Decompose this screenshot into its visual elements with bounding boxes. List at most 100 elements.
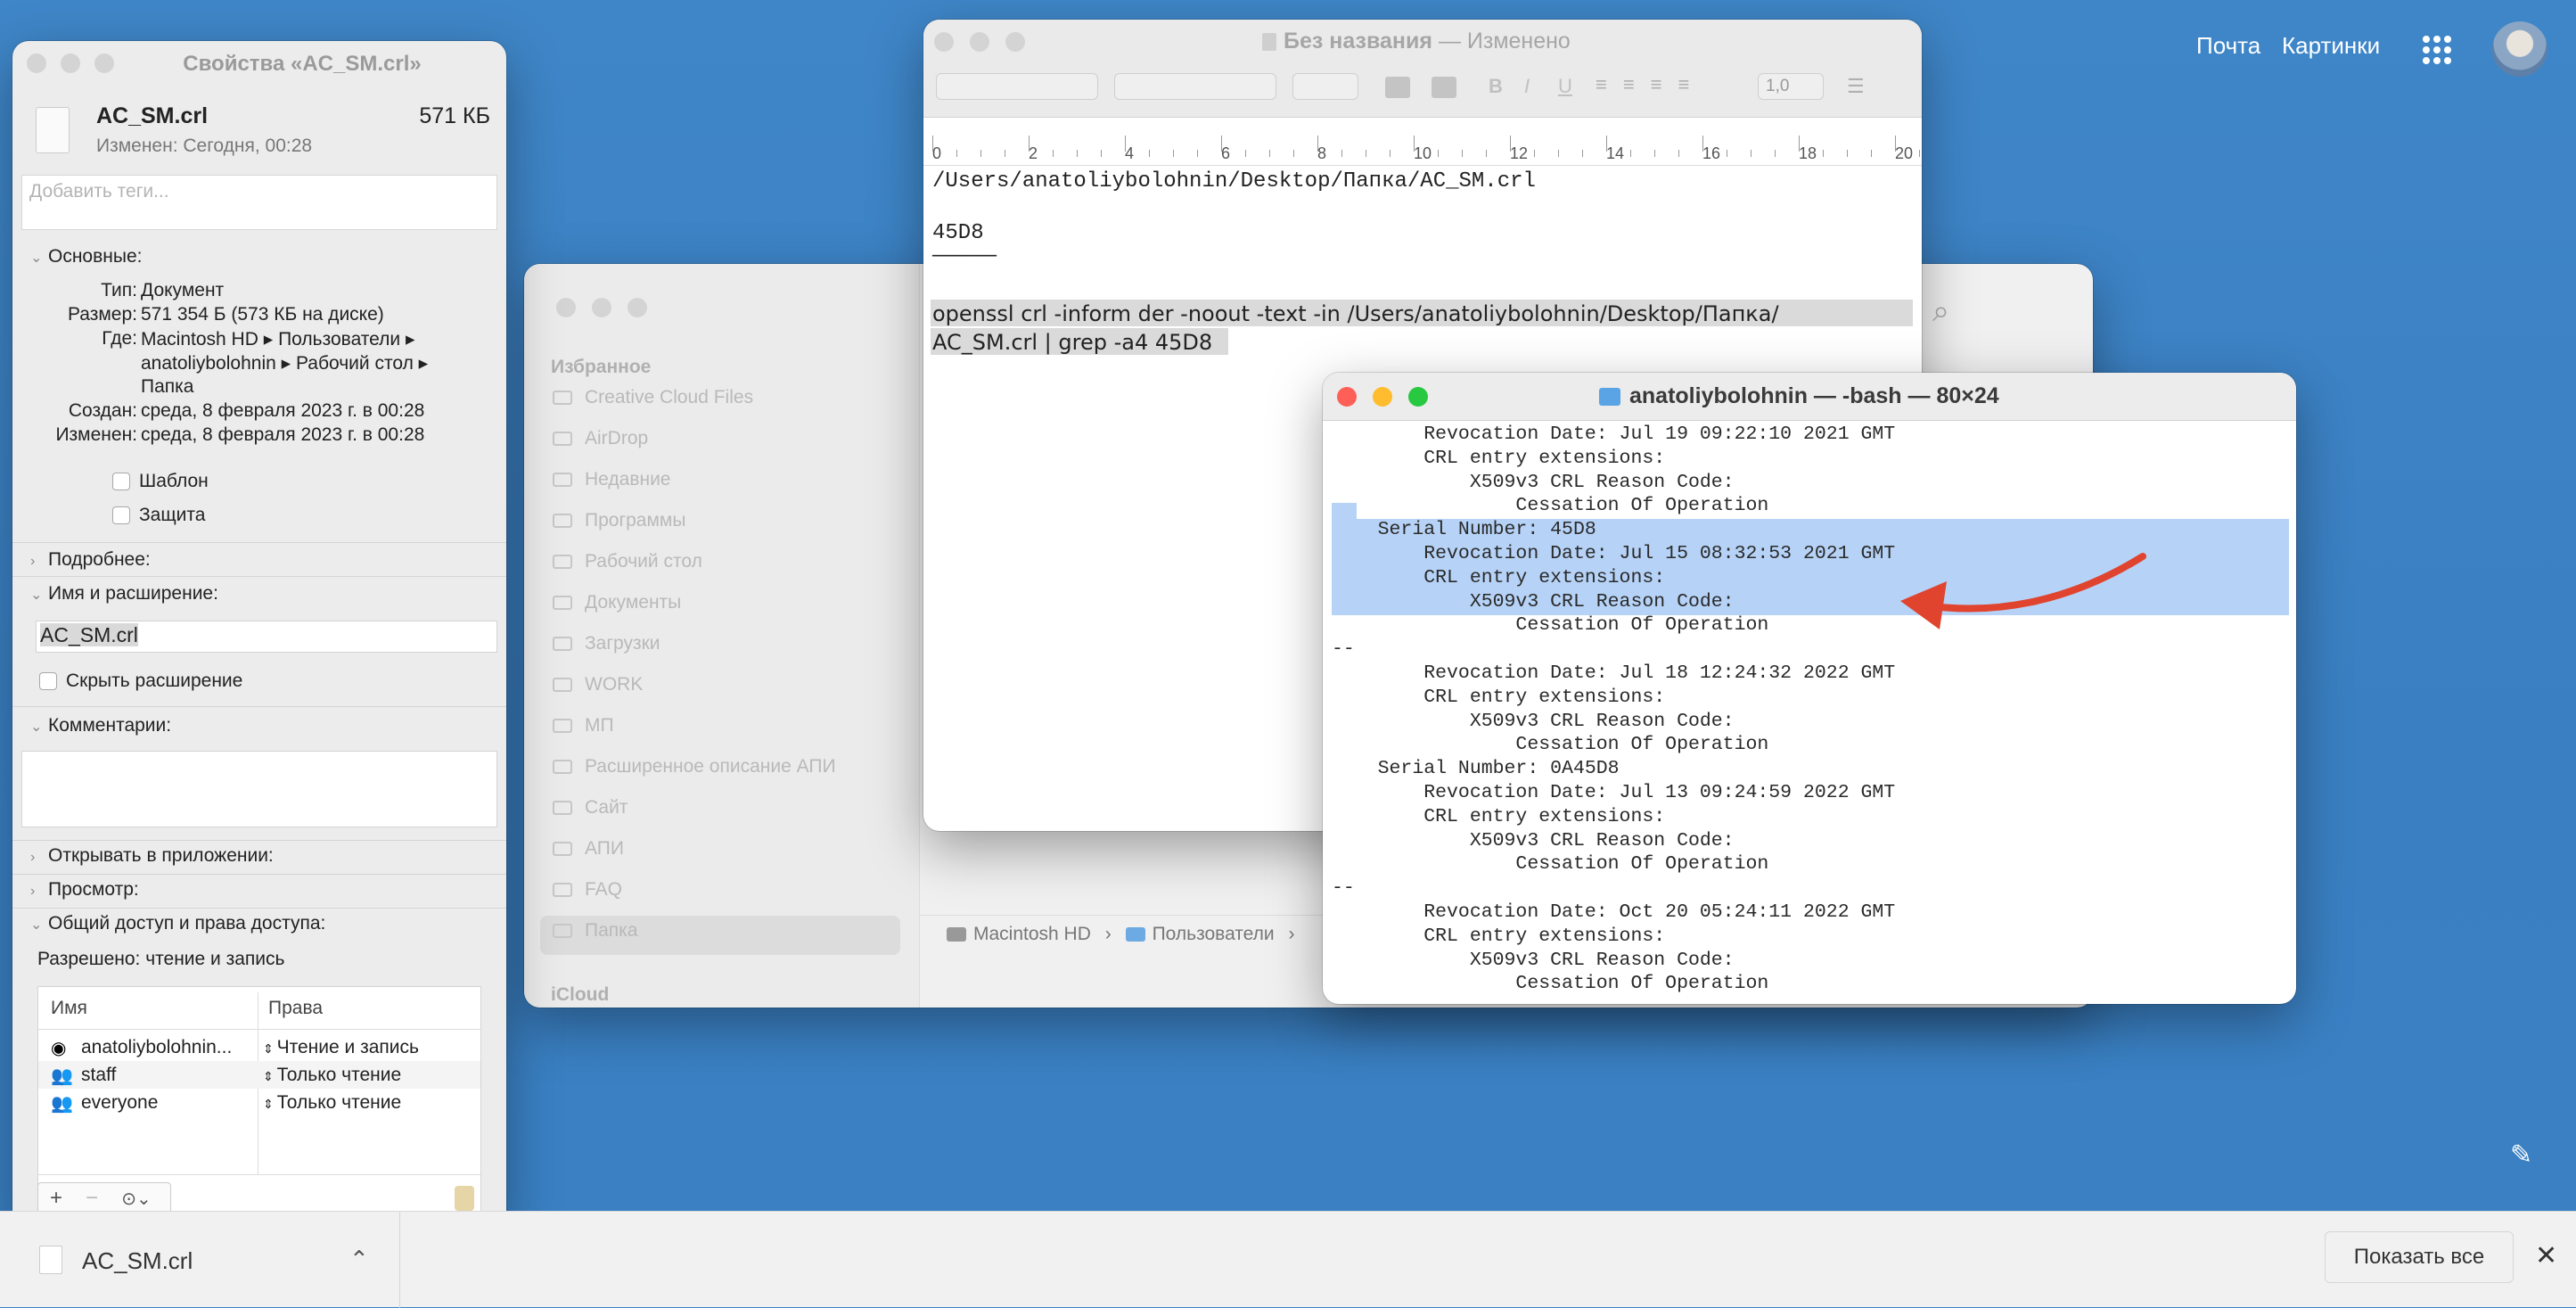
actions-menu-icon[interactable]: ⊙⌄ xyxy=(110,1188,163,1210)
comments-field[interactable] xyxy=(21,751,497,827)
document-icon xyxy=(36,107,70,153)
stepper-icon: ⇕ xyxy=(263,1097,277,1111)
stepper-icon: ⇕ xyxy=(263,1069,277,1083)
general-section[interactable]: ⌄ Основные: xyxy=(30,246,142,267)
close-button[interactable] xyxy=(556,298,576,317)
minimize-button[interactable] xyxy=(1373,387,1392,407)
text-command[interactable]: AC_SM.crl | grep -a4 45D8 xyxy=(932,330,1212,355)
text-separator[interactable]: ————— xyxy=(932,244,997,268)
apps-grid-icon[interactable] xyxy=(2423,36,2451,64)
sidebar-item[interactable]: Расширенное описание АПИ xyxy=(553,756,836,777)
ruler-tick xyxy=(1510,136,1511,152)
folder-icon xyxy=(553,514,572,529)
font-family-select[interactable] xyxy=(936,73,1098,100)
underline-button[interactable]: U xyxy=(1558,75,1572,98)
maximize-button[interactable] xyxy=(628,298,647,317)
add-user-button[interactable]: + xyxy=(38,1186,74,1211)
hide-extension-checkbox[interactable]: Скрыть расширение xyxy=(39,670,242,692)
table-row[interactable]: ◉ anatoliybolohnin... ⇕ Чтение и запись xyxy=(38,1033,480,1061)
created-label: Создан: xyxy=(68,400,137,421)
window-title: Без названия — Изменено xyxy=(1262,29,1571,54)
maximize-button[interactable] xyxy=(1408,387,1428,407)
column-header-name[interactable]: Имя xyxy=(51,998,87,1019)
sidebar-item[interactable]: Creative Cloud Files xyxy=(553,387,753,408)
ruler-label: 8 xyxy=(1317,144,1327,162)
font-style-select[interactable] xyxy=(1114,73,1276,100)
images-link[interactable]: Картинки xyxy=(2282,32,2380,60)
name-field[interactable]: AC_SM.crl xyxy=(36,621,497,653)
text-path[interactable]: /Users/anatoliybolohnin/Desktop/Папка/AC… xyxy=(932,169,1536,193)
edit-pencil-icon[interactable]: ✎ xyxy=(2510,1139,2532,1171)
stationery-checkbox[interactable]: Шаблон xyxy=(112,471,209,492)
tags-input[interactable]: Добавить теги... xyxy=(21,175,497,230)
privilege-select[interactable]: ⇕ Только чтение xyxy=(263,1065,401,1086)
italic-button[interactable]: I xyxy=(1524,75,1530,98)
maximize-button[interactable] xyxy=(1005,32,1025,52)
terminal-line: X509v3 CRL Reason Code: xyxy=(1332,471,1735,493)
avatar[interactable] xyxy=(2492,21,2547,77)
table-row[interactable]: 👥 staff ⇕ Только чтение xyxy=(38,1061,480,1089)
path-bar: Macintosh HD › Пользователи › xyxy=(947,924,1304,945)
minimize-button[interactable] xyxy=(592,298,611,317)
privilege-select[interactable]: ⇕ Чтение и запись xyxy=(263,1037,419,1058)
download-file-name[interactable]: AC_SM.crl xyxy=(82,1247,193,1275)
privilege-select[interactable]: ⇕ Только чтение xyxy=(263,1092,401,1114)
terminal-line: Revocation Date: Jul 18 12:24:32 2022 GM… xyxy=(1332,662,1896,684)
open-with-section[interactable]: › Открывать в приложении: xyxy=(30,845,274,867)
minimize-button[interactable] xyxy=(970,32,989,52)
ruler-tick xyxy=(1847,150,1848,157)
sidebar-item[interactable]: Недавние xyxy=(553,469,670,490)
lock-icon[interactable] xyxy=(455,1186,474,1211)
sidebar-item[interactable]: Документы xyxy=(553,592,681,613)
close-button[interactable] xyxy=(1337,387,1357,407)
chevron-up-icon[interactable]: ⌃ xyxy=(349,1246,369,1273)
document-icon xyxy=(1262,33,1276,52)
close-button[interactable] xyxy=(934,32,954,52)
font-size-select[interactable] xyxy=(1292,73,1358,100)
list-icon[interactable]: ☰ xyxy=(1847,75,1865,98)
comments-section[interactable]: ⌄ Комментарии: xyxy=(30,715,171,736)
remove-user-button[interactable]: − xyxy=(74,1186,110,1211)
group-icon: 👥 xyxy=(51,1094,73,1114)
sidebar-item[interactable]: АПИ xyxy=(553,838,624,860)
more-info-section[interactable]: › Подробнее: xyxy=(30,549,151,571)
ruler-tick xyxy=(1125,136,1126,152)
show-all-button[interactable]: Показать все xyxy=(2325,1231,2514,1283)
locked-checkbox[interactable]: Защита xyxy=(112,505,205,526)
favorites-header: Избранное xyxy=(551,357,652,377)
column-header-privilege[interactable]: Права xyxy=(268,998,323,1019)
sidebar-item[interactable]: Сайт xyxy=(553,797,628,819)
text-command[interactable]: openssl crl -inform der -noout -text -in… xyxy=(932,301,1779,326)
terminal-line: Revocation Date: Oct 20 05:24:11 2022 GM… xyxy=(1332,901,1896,923)
privilege-value: Чтение и запись xyxy=(276,1037,419,1057)
sidebar-item[interactable]: Загрузки xyxy=(553,633,660,654)
line-spacing-select[interactable]: 1,0 xyxy=(1758,73,1824,100)
sidebar-item[interactable]: Рабочий стол xyxy=(553,551,702,572)
sharing-section[interactable]: ⌄ Общий доступ и права доступа: xyxy=(30,913,325,934)
bold-button[interactable]: B xyxy=(1489,75,1503,98)
window-title: Свойства «AC_SM.crl» xyxy=(183,52,422,76)
preview-section[interactable]: › Просмотр: xyxy=(30,879,139,901)
alignment-buttons[interactable]: ≡≡≡≡ xyxy=(1596,73,1738,100)
ruler-tick xyxy=(1173,150,1174,157)
text-serial[interactable]: 45D8 xyxy=(932,221,984,245)
highlight-color-icon[interactable] xyxy=(1432,77,1456,98)
search-icon[interactable]: ⌕ xyxy=(1932,294,1949,329)
sidebar-item[interactable]: FAQ xyxy=(553,879,622,901)
close-icon[interactable]: ✕ xyxy=(2535,1240,2557,1271)
sidebar-item-label: Недавние xyxy=(585,469,671,489)
sidebar-item[interactable]: Папка xyxy=(553,920,637,942)
name-extension-section[interactable]: ⌄ Имя и расширение: xyxy=(30,583,218,605)
sidebar-item[interactable]: AirDrop xyxy=(553,428,648,449)
ruler-tick xyxy=(1606,136,1607,152)
gmail-link[interactable]: Почта xyxy=(2196,32,2260,60)
disk-icon xyxy=(947,927,966,942)
table-row[interactable]: 👥 everyone ⇕ Только чтение xyxy=(38,1089,480,1116)
path-item[interactable]: Macintosh HD xyxy=(973,924,1091,944)
sidebar-item[interactable]: Программы xyxy=(553,510,685,531)
terminal-line: Serial Number: 45D8 xyxy=(1332,519,1596,541)
sidebar-item[interactable]: WORK xyxy=(553,674,643,695)
path-item[interactable]: Пользователи xyxy=(1153,924,1275,944)
text-color-icon[interactable] xyxy=(1385,77,1410,98)
sidebar-item[interactable]: МП xyxy=(553,715,614,736)
